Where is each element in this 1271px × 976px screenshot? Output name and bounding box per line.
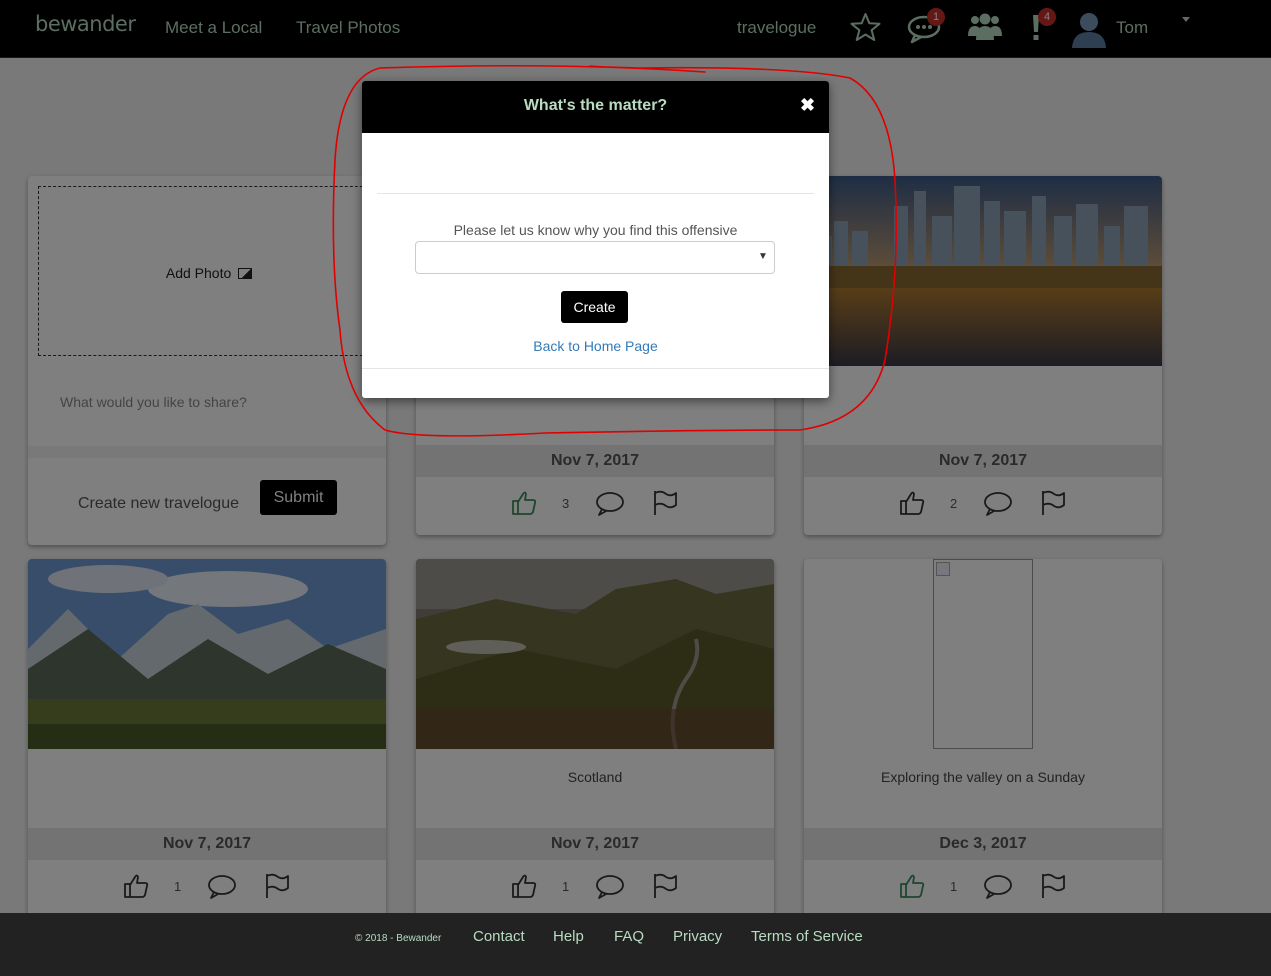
annotation-circle	[332, 64, 898, 437]
